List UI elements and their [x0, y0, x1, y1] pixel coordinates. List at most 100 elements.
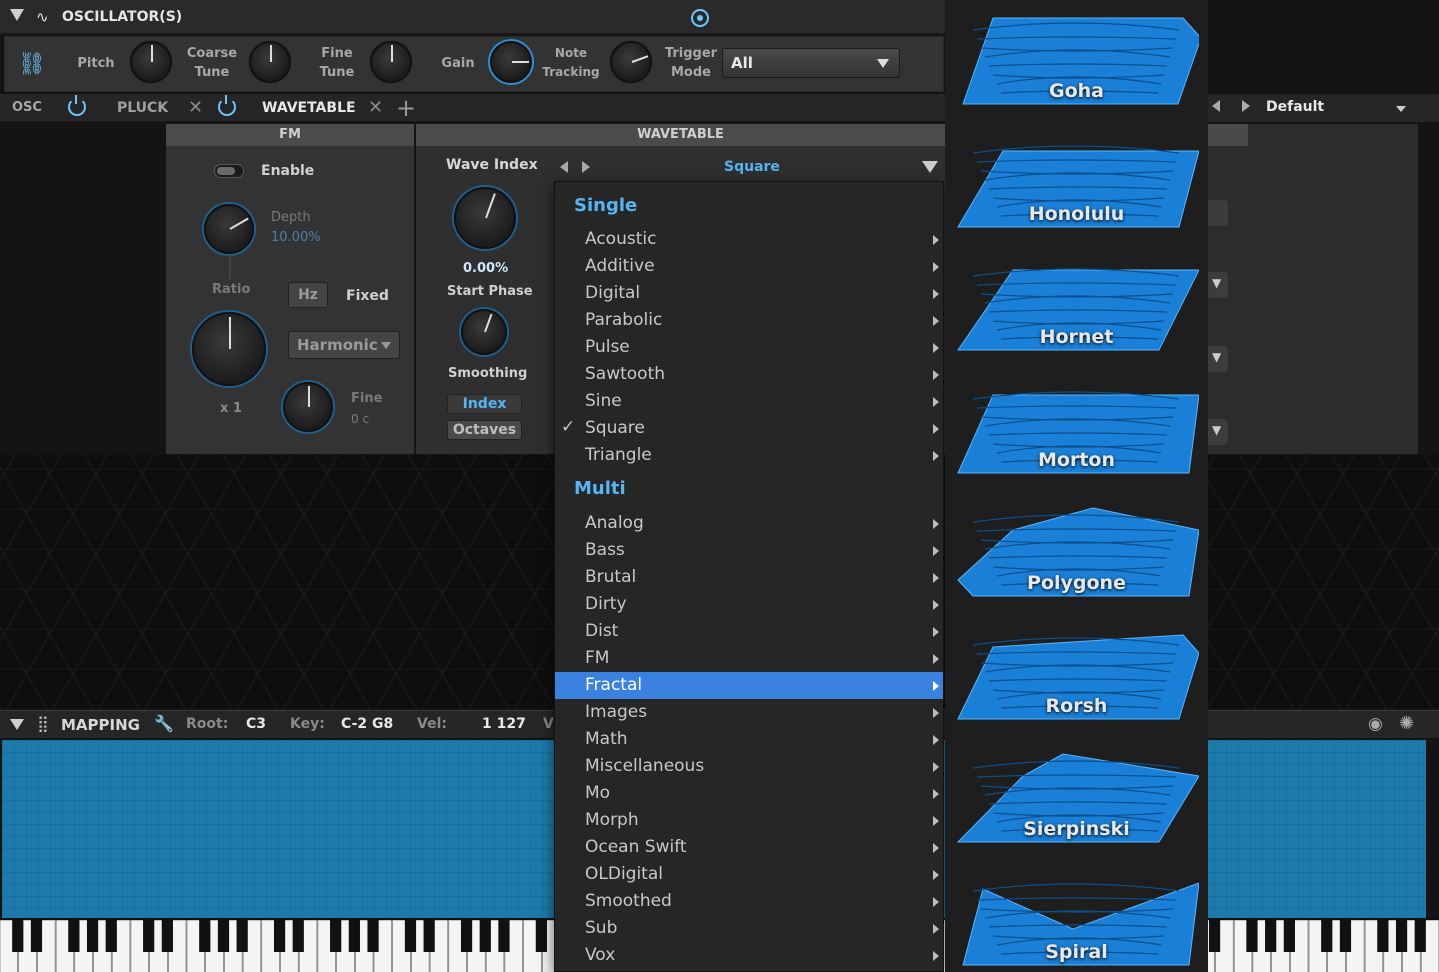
menu-item-pulse[interactable]: Pulse [555, 334, 943, 361]
menu-item-fractal[interactable]: Fractal [555, 672, 943, 699]
collapse-triangle-icon[interactable] [10, 9, 24, 21]
wavetable-current[interactable]: Square [724, 159, 780, 175]
wavetable-power-icon[interactable] [218, 95, 236, 116]
wavetable-dropdown-icon[interactable] [922, 161, 938, 173]
menu-item-label: Sub [585, 918, 618, 938]
menu-item-ocean-swift[interactable]: Ocean Swift [555, 834, 943, 861]
gain-knob[interactable] [490, 41, 532, 83]
coarse-label-line2: Tune [194, 65, 230, 80]
menu-item-label: Fractal [585, 675, 643, 695]
menu-item-math[interactable]: Math [555, 726, 943, 753]
menu-item-oldigital[interactable]: OLDigital [555, 861, 943, 888]
wavetable-thumb-morton[interactable]: Morton [945, 369, 1208, 487]
menu-item-analog[interactable]: Analog [555, 510, 943, 537]
coarse-tune-knob[interactable] [249, 41, 291, 83]
wavetable-header: WAVETABLE [416, 124, 945, 146]
right-panel-dropdown-2[interactable]: ▼ [1208, 346, 1228, 372]
trigger-mode-select[interactable]: All [722, 48, 900, 78]
menu-item-bass[interactable]: Bass [555, 537, 943, 564]
menu-item-sine[interactable]: Sine [555, 388, 943, 415]
menu-item-triangle[interactable]: Triangle [555, 442, 943, 469]
eye-icon[interactable]: ◉ [1368, 714, 1383, 734]
wavetable-thumb-label: Spiral [1045, 941, 1108, 963]
fine-tune-knob[interactable] [370, 41, 412, 83]
wavetable-thumb-honolulu[interactable]: Honolulu [945, 123, 1208, 241]
wave-index-knob[interactable] [454, 187, 516, 249]
next-wave-icon[interactable] [582, 161, 590, 173]
index-button[interactable]: Index [447, 394, 522, 414]
wavetable-thumb-sierpinski[interactable]: Sierpinski [945, 738, 1208, 856]
fine-tune-label: Fine Tune [312, 44, 362, 82]
right-panel [1208, 124, 1418, 454]
right-panel-button[interactable] [1208, 200, 1228, 226]
tab-wavetable[interactable]: WAVETABLE [262, 100, 356, 116]
note-tracking-knob[interactable] [610, 41, 652, 83]
next-preset-icon[interactable] [1242, 100, 1250, 112]
menu-item-images[interactable]: Images [555, 699, 943, 726]
close-wavetable-icon[interactable]: ✕ [368, 97, 383, 118]
wavetable-thumb-label: Polygone [1027, 572, 1126, 594]
octaves-button[interactable]: Octaves [447, 420, 522, 440]
tab-pluck[interactable]: PLUCK [117, 100, 168, 116]
target-icon[interactable] [691, 9, 709, 27]
wavetable-thumb-hornet[interactable]: Hornet [945, 246, 1208, 364]
submenu-arrow-icon [933, 951, 939, 961]
wavetable-thumb-label: Rorsh [1045, 695, 1108, 717]
vel-label: Vel: [417, 716, 447, 732]
link-icon[interactable]: ⛓ [18, 52, 46, 77]
menu-item-sawtooth[interactable]: Sawtooth [555, 361, 943, 388]
fm-ratio-knob[interactable] [192, 312, 266, 386]
fm-header: FM [166, 124, 414, 146]
fm-hz-button[interactable]: Hz [288, 282, 328, 308]
menu-item-parabolic[interactable]: Parabolic [555, 307, 943, 334]
menu-item-sub[interactable]: Sub [555, 915, 943, 942]
fm-harmonic-select[interactable]: Harmonic [288, 331, 400, 359]
fm-panel: FM Enable Depth 10.00% Ratio Hz Fixed Ha… [166, 124, 414, 454]
fine-label-line2: Tune [319, 65, 355, 80]
vel-value[interactable]: 1 127 [482, 716, 526, 732]
wavetable-thumb-goha[interactable]: Goha [945, 0, 1208, 118]
add-oscillator-icon[interactable]: + [396, 94, 416, 122]
menu-item-square[interactable]: ✓ Square [555, 415, 943, 442]
prev-preset-icon[interactable] [1212, 100, 1220, 112]
submenu-arrow-icon [933, 235, 939, 245]
wavetable-thumb-polygone[interactable]: Polygone [945, 492, 1208, 610]
menu-item-smoothed[interactable]: Smoothed [555, 888, 943, 915]
prev-wave-icon[interactable] [560, 161, 568, 173]
menu-item-label: Vox [585, 945, 616, 965]
fm-depth-knob[interactable] [204, 204, 254, 254]
mapping-collapse-icon[interactable] [10, 719, 24, 730]
close-pluck-icon[interactable]: ✕ [188, 97, 203, 118]
wavetable-thumb-spiral[interactable]: Spiral [945, 861, 1208, 972]
menu-item-miscellaneous[interactable]: Miscellaneous [555, 753, 943, 780]
preset-value: Default [1266, 99, 1325, 115]
root-value[interactable]: C3 [246, 716, 266, 732]
menu-item-morph[interactable]: Morph [555, 807, 943, 834]
menu-item-mo[interactable]: Mo [555, 780, 943, 807]
menu-item-fm[interactable]: FM [555, 645, 943, 672]
preset-select[interactable]: Default [1256, 96, 1412, 120]
pluck-power-icon[interactable] [68, 95, 86, 116]
wrench-icon[interactable]: 🔧 [154, 714, 174, 733]
menu-item-digital[interactable]: Digital [555, 280, 943, 307]
wavetable-thumbnail-browser: Goha Honolulu Hornet Morton Polygone Rorsh Sie… [945, 0, 1208, 972]
pitch-knob[interactable] [130, 41, 172, 83]
menu-item-dirty[interactable]: Dirty [555, 591, 943, 618]
submenu-arrow-icon [933, 451, 939, 461]
menu-item-brutal[interactable]: Brutal [555, 564, 943, 591]
right-panel-dropdown-3[interactable]: ▼ [1208, 419, 1228, 445]
fm-fine-knob[interactable] [283, 382, 333, 432]
oscillator-header: ∿ OSCILLATOR(S) [0, 0, 945, 34]
menu-item-acoustic[interactable]: Acoustic [555, 226, 943, 253]
smoothing-knob[interactable] [461, 309, 507, 355]
menu-item-vox[interactable]: Vox [555, 942, 943, 969]
fm-enable-toggle[interactable] [214, 164, 244, 178]
menu-item-dist[interactable]: Dist [555, 618, 943, 645]
palette-icon[interactable]: ✺ [1399, 713, 1414, 734]
wavetable-thumb-rorsh[interactable]: Rorsh [945, 615, 1208, 733]
start-phase-value: 0.00% [463, 261, 509, 276]
fm-ratio-label: Ratio [212, 282, 251, 297]
right-panel-dropdown-1[interactable]: ▼ [1208, 272, 1228, 298]
menu-item-additive[interactable]: Additive [555, 253, 943, 280]
key-value[interactable]: C-2 G8 [341, 716, 393, 732]
